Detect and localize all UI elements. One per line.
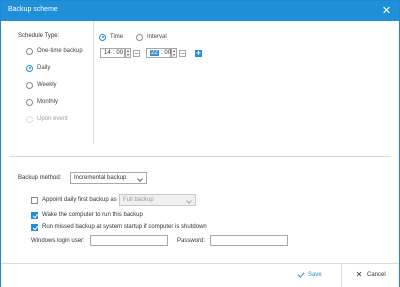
radio-label: Daily <box>37 65 51 71</box>
radio-circle[interactable] <box>99 33 106 41</box>
radio-label: Weekly <box>37 82 57 88</box>
missed-label: Run missed backup at system startup if c… <box>42 224 207 230</box>
remove-time-button-2[interactable]: − <box>179 50 186 57</box>
appoint-label: Appoint daily first backup as <box>42 197 117 203</box>
gear-icon <box>26 115 33 123</box>
minute-value[interactable]: 00 <box>116 50 123 56</box>
wake-checkbox[interactable] <box>31 211 38 219</box>
radio-weekly[interactable]: Weekly <box>26 80 57 90</box>
chevron-down-icon <box>186 198 192 204</box>
radio-circle[interactable] <box>26 47 33 55</box>
radio-circle[interactable] <box>26 81 33 89</box>
hour-value[interactable]: 22 <box>150 50 159 56</box>
appoint-backup-type-value: Full backup <box>123 197 154 203</box>
title-bar: Backup scheme ✕ <box>1 1 399 21</box>
backup-method-value: Incremental backup <box>74 175 127 181</box>
radio-time[interactable]: Time <box>99 32 123 42</box>
hour-value[interactable]: 14 <box>104 50 111 56</box>
time-separator: : <box>112 50 115 56</box>
save-label: Save <box>308 272 322 278</box>
wake-label: Wake the computer to run this backup <box>42 212 143 218</box>
appoint-backup-type-select[interactable]: Full backup <box>119 194 196 206</box>
backup-method-label: Backup method: <box>18 175 62 181</box>
radio-label: One-time backup <box>37 48 83 54</box>
radio-label: Time <box>110 34 124 40</box>
radio-label: Upon event <box>37 116 68 122</box>
footer-divider <box>341 263 342 287</box>
radio-label: Monthly <box>37 99 59 105</box>
radio-monthly[interactable]: Monthly <box>26 97 58 107</box>
appoint-checkbox[interactable] <box>31 196 38 204</box>
run-missed-backup-option[interactable]: Run missed backup at system startup if c… <box>31 222 207 232</box>
section-divider <box>9 156 391 157</box>
radio-circle[interactable] <box>136 33 143 41</box>
radio-daily[interactable]: Daily <box>26 63 50 73</box>
windows-login-user-input[interactable] <box>90 235 168 246</box>
appoint-first-backup-option[interactable]: Appoint daily first backup as <box>31 195 117 205</box>
add-time-button[interactable]: + <box>195 50 202 57</box>
time-spinner-1[interactable] <box>125 48 131 58</box>
schedule-type-label: Schedule Type: <box>18 33 60 39</box>
windows-login-user-label: Windows login user: <box>31 238 85 244</box>
check-icon <box>296 271 304 279</box>
option-upon-event: Upon event <box>26 114 68 124</box>
save-button[interactable]: Save <box>296 270 322 280</box>
backup-scheme-dialog: Backup scheme ✕ Schedule Type: One-time … <box>0 0 400 287</box>
radio-circle[interactable] <box>26 98 33 106</box>
wake-computer-option[interactable]: Wake the computer to run this backup <box>31 210 143 220</box>
password-input[interactable] <box>210 235 288 246</box>
time-separator: : <box>160 50 163 56</box>
radio-circle[interactable] <box>26 64 33 72</box>
close-icon[interactable]: ✕ <box>380 4 393 17</box>
time-spinner-2[interactable] <box>171 48 177 58</box>
cancel-button[interactable]: ✕ Cancel <box>355 270 386 280</box>
missed-checkbox[interactable] <box>31 223 38 231</box>
dialog-footer <box>1 263 399 287</box>
backup-method-select[interactable]: Incremental backup <box>70 172 147 184</box>
window-title: Backup scheme <box>8 6 58 13</box>
chevron-down-icon <box>137 176 143 182</box>
cancel-label: Cancel <box>367 272 386 278</box>
radio-interval[interactable]: Interval <box>136 32 167 42</box>
radio-label: Interval <box>147 34 167 40</box>
time-input-2[interactable]: 22 : 00 <box>146 48 171 58</box>
password-label: Password: <box>177 238 206 244</box>
remove-time-button-1[interactable]: − <box>133 50 140 57</box>
radio-one-time-backup[interactable]: One-time backup <box>26 46 83 56</box>
close-icon: ✕ <box>355 270 363 279</box>
time-input-1[interactable]: 14 : 00 <box>100 48 125 58</box>
